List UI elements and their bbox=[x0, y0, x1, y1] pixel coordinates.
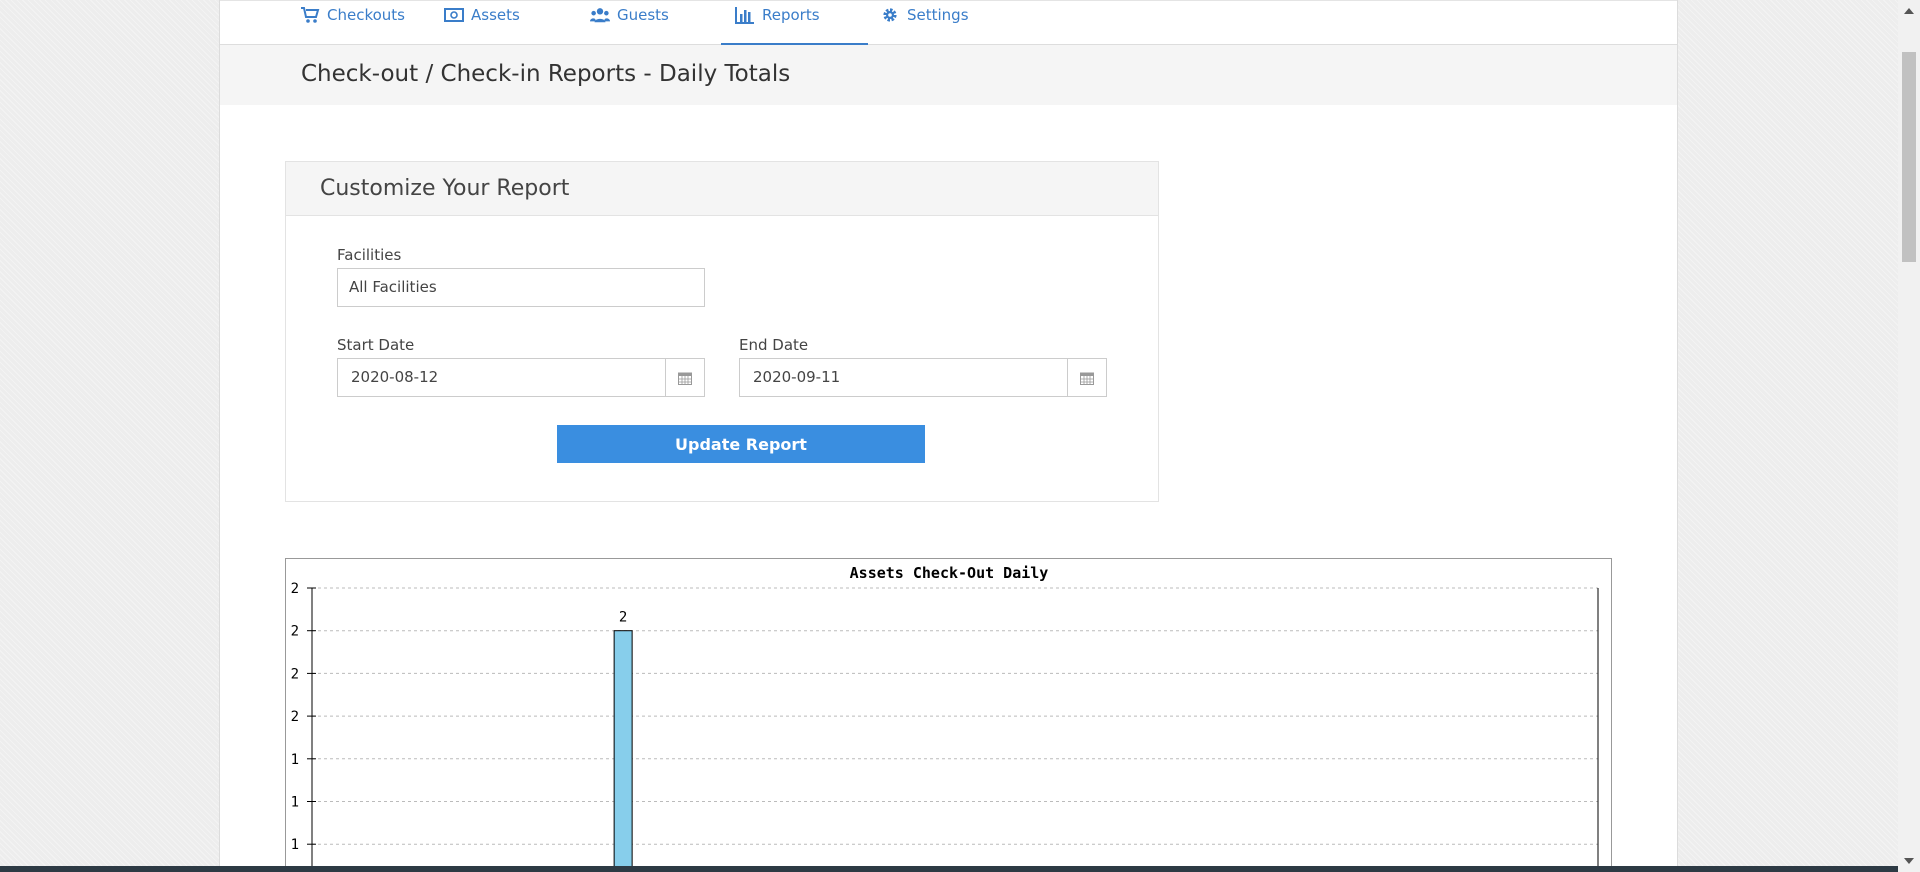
nav-item-checkouts[interactable]: Checkouts bbox=[300, 1, 405, 45]
nav-label-assets: Assets bbox=[471, 6, 520, 24]
end-date-picker-button[interactable] bbox=[1067, 358, 1107, 397]
facilities-label: Facilities bbox=[337, 246, 402, 264]
money-icon bbox=[444, 8, 464, 22]
chart-bars: 2 bbox=[613, 610, 633, 872]
start-date-picker-button[interactable] bbox=[665, 358, 705, 397]
y-tick-label: 2 bbox=[291, 666, 299, 682]
assets-checkout-chart: Assets Check-Out Daily 2 2 2 2 1 1 1 2 bbox=[285, 558, 1612, 872]
chart-title: Assets Check-Out Daily bbox=[850, 564, 1049, 582]
page-container: Checkouts Assets Guests Reports Settings… bbox=[219, 0, 1678, 872]
top-nav: Checkouts Assets Guests Reports Settings bbox=[220, 0, 1677, 45]
nav-item-settings[interactable]: Settings bbox=[880, 1, 969, 45]
update-report-button[interactable]: Update Report bbox=[557, 425, 925, 463]
bar-chart-icon bbox=[735, 7, 754, 24]
nav-label-checkouts: Checkouts bbox=[327, 6, 405, 24]
nav-label-guests: Guests bbox=[617, 6, 669, 24]
nav-label-settings: Settings bbox=[907, 6, 969, 24]
nav-item-reports[interactable]: Reports bbox=[721, 1, 868, 45]
facilities-select[interactable]: All Facilities bbox=[337, 268, 705, 307]
nav-item-guests[interactable]: Guests bbox=[590, 1, 669, 45]
end-date-label: End Date bbox=[739, 336, 809, 354]
calendar-icon bbox=[1080, 372, 1094, 385]
chart-grid bbox=[312, 587, 1598, 845]
nav-item-assets[interactable]: Assets bbox=[444, 1, 520, 45]
nav-label-reports: Reports bbox=[762, 6, 820, 24]
y-tick-label: 1 bbox=[291, 795, 299, 811]
start-date-label: Start Date bbox=[337, 336, 415, 354]
bar-data-label: 2 bbox=[619, 610, 627, 626]
start-date-input[interactable]: 2020-08-12 bbox=[337, 358, 666, 397]
taskbar-edge bbox=[0, 866, 1898, 872]
chart-bar bbox=[613, 630, 633, 872]
panel-heading: Customize Your Report bbox=[286, 162, 1158, 216]
report-settings-panel: Customize Your Report Facilities All Fac… bbox=[285, 161, 1159, 502]
scroll-down-icon[interactable] bbox=[1904, 858, 1914, 864]
scroll-up-icon[interactable] bbox=[1904, 8, 1914, 14]
y-tick-label: 2 bbox=[291, 581, 299, 597]
y-tick-label: 1 bbox=[291, 752, 299, 768]
end-date-input[interactable]: 2020-09-11 bbox=[739, 358, 1068, 397]
calendar-icon bbox=[678, 372, 692, 385]
gear-icon bbox=[883, 8, 897, 22]
page-title: Check-out / Check-in Reports - Daily Tot… bbox=[301, 61, 791, 87]
y-tick-label: 2 bbox=[291, 709, 299, 725]
chart-canvas: Assets Check-Out Daily 2 2 2 2 1 1 1 2 bbox=[291, 564, 1599, 872]
users-icon bbox=[590, 8, 610, 23]
title-bar: Check-out / Check-in Reports - Daily Tot… bbox=[220, 45, 1677, 105]
y-tick-label: 2 bbox=[291, 624, 299, 640]
vertical-scrollbar[interactable] bbox=[1898, 0, 1920, 872]
y-tick-label: 1 bbox=[291, 837, 299, 853]
cart-icon bbox=[301, 7, 320, 23]
scrollbar-thumb[interactable] bbox=[1902, 52, 1916, 262]
